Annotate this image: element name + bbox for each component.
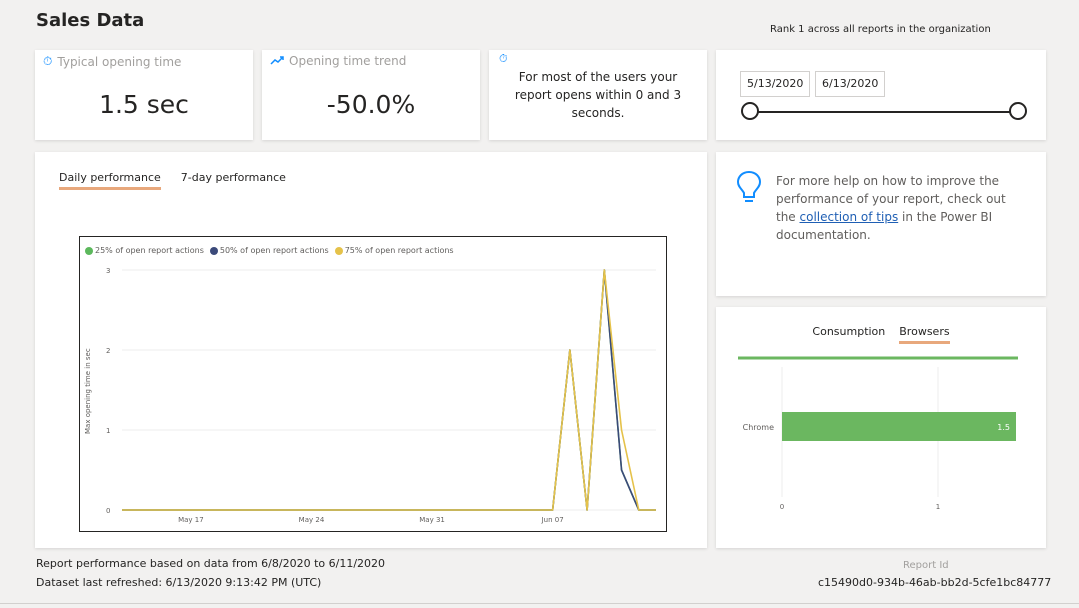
legend-label: 50% of open report actions [219, 246, 329, 255]
kpi-header: Opening time trend [270, 54, 406, 68]
kpi-header: ⏱ Typical opening time [43, 54, 181, 69]
performance-chart-card: Daily performance 7-day performance 0 1 2 3… [35, 152, 707, 548]
bar-value-label: 1.5 [997, 423, 1010, 432]
kpi-card-opening-range: ⏱ For most of the users your report open… [489, 50, 707, 140]
slider-end-handle[interactable] [1009, 102, 1027, 120]
legend-label: 75% of open report actions [344, 246, 454, 255]
kpi-description: For most of the users your report opens … [514, 70, 682, 120]
report-id-label: Report Id [903, 560, 949, 571]
legend-dot [209, 246, 218, 255]
slider-track[interactable] [750, 111, 1020, 113]
collection-of-tips-link[interactable]: collection of tips [800, 210, 899, 224]
legend-item[interactable]: 75% of open report actions [334, 246, 454, 255]
trend-up-icon [270, 54, 284, 68]
legend-dot [334, 246, 343, 255]
dataset-refreshed-text: Dataset last refreshed: 6/13/2020 9:13:4… [36, 576, 322, 589]
y-tick-label: 0 [106, 507, 110, 515]
kpi-card-opening-time-trend: Opening time trend -50.0% [262, 50, 480, 140]
x-tick-label: 1 [936, 503, 940, 511]
date-range-slicer: 5/13/2020 6/13/2020 [716, 50, 1046, 140]
browsers-card: Consumption Browsers 0 1 Chrome 1.5 [716, 307, 1046, 548]
chart-legend: 25% of open report actions 50% of open r… [85, 246, 454, 255]
stopwatch-icon: ⏱ [43, 54, 53, 68]
kpi-label: Opening time trend [289, 54, 407, 68]
x-tick-label: May 31 [419, 516, 445, 524]
tab-daily-performance[interactable]: Daily performance [59, 171, 161, 190]
x-tick-label: May 17 [178, 516, 204, 524]
category-label: Chrome [743, 423, 774, 432]
kpi-value: -50.0% [326, 90, 416, 119]
browser-bar-chart: 0 1 Chrome 1.5 [738, 356, 1018, 511]
x-tick-label: Jun 07 [541, 516, 564, 524]
tips-text: For more help on how to improve the perf… [776, 172, 1026, 244]
stopwatch-icon: ⏱ [499, 52, 508, 65]
kpi-label: Typical opening time [57, 54, 182, 69]
start-date-input[interactable]: 5/13/2020 [740, 71, 811, 97]
series-line [122, 269, 656, 511]
y-tick-label: 3 [106, 267, 110, 275]
legend-item[interactable]: 25% of open report actions [85, 246, 204, 255]
legend-item[interactable]: 50% of open report actions [209, 246, 329, 255]
tips-card: For more help on how to improve the perf… [716, 152, 1046, 296]
kpi-value: 1.5 sec [99, 90, 189, 119]
bar-chrome [782, 412, 1016, 441]
page-title: Sales Data [36, 10, 145, 31]
slider-start-handle[interactable] [741, 102, 759, 120]
bottom-divider [0, 603, 1079, 604]
end-date-input[interactable]: 6/13/2020 [815, 71, 886, 97]
line-chart-svg: 0 1 2 3 Max opening time in sec May 17 May 24 M… [84, 267, 656, 524]
performance-tabs: Daily performance 7-day performance [59, 171, 286, 190]
y-tick-label: 1 [106, 427, 110, 435]
lightbulb-icon [736, 170, 762, 202]
legend-dot [85, 246, 93, 255]
x-tick-label: 0 [780, 503, 784, 511]
report-page: Sales Data Rank 1 across all reports in … [0, 0, 1079, 608]
x-tick-label: May 24 [299, 516, 325, 524]
line-chart: 0 1 2 3 Max opening time in sec May 17 May 24 M… [79, 236, 667, 532]
data-range-text: Report performance based on data from 6/… [36, 557, 386, 570]
rank-text: Rank 1 across all reports in the organiz… [770, 24, 991, 35]
series-line [122, 269, 656, 511]
y-axis-label: Max opening time in sec [84, 348, 92, 434]
report-id-value: c15490d0-934b-46ab-bb2d-5cfe1bc84777 [818, 576, 1052, 589]
kpi-card-typical-opening-time: ⏱ Typical opening time 1.5 sec [35, 50, 253, 140]
series-line [122, 269, 656, 511]
legend-label: 25% of open report actions [95, 246, 204, 255]
tab-7-day-performance[interactable]: 7-day performance [181, 171, 286, 190]
y-tick-label: 2 [106, 347, 110, 355]
